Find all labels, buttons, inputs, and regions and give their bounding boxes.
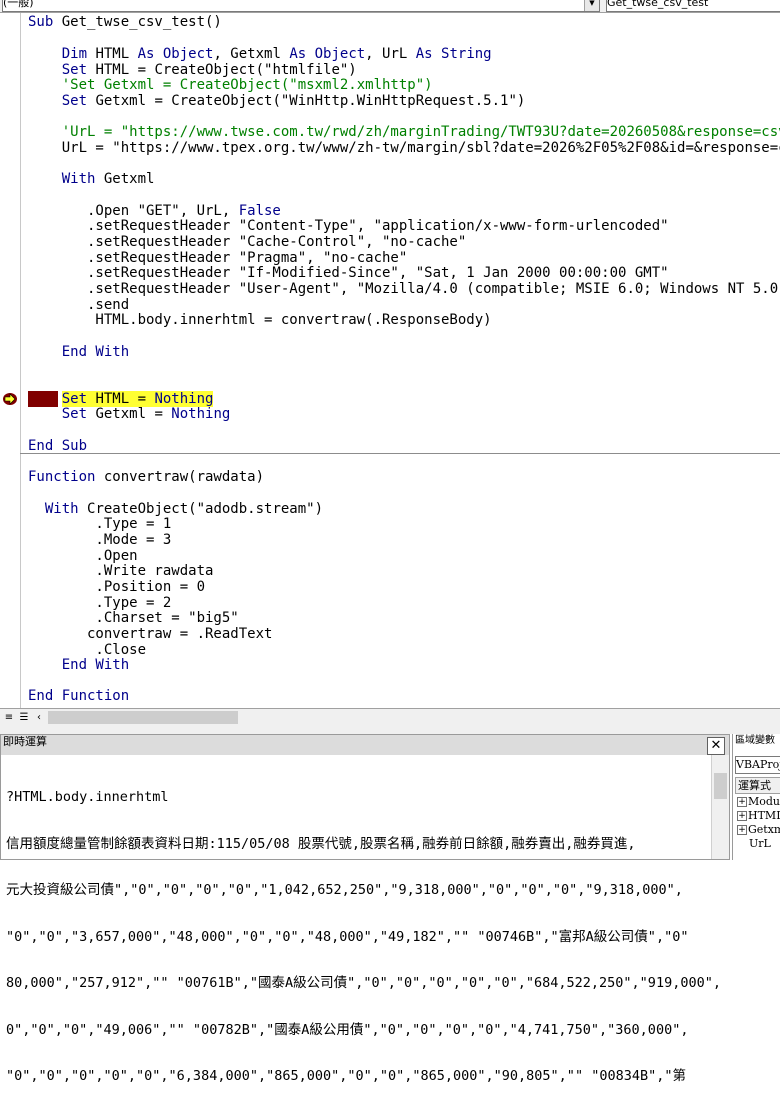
expand-icon[interactable]: + [737,811,747,821]
immediate-line: 信用額度總量管制餘額表資料日期:115/05/08 股票代號,股票名稱,融券前日… [6,835,636,852]
code-line: .Charset = "big5" [28,610,239,626]
code-line: .setRequestHeader "Pragma", "no-cache" [28,250,408,266]
locals-item[interactable]: + Getxm [737,823,780,837]
code-line: .Mode = 3 [28,532,172,548]
code-line: Sub Get_twse_csv_test() [28,14,222,30]
locals-context-field[interactable]: VBAProject [735,756,780,774]
procedure-view-icon[interactable]: ≡ [2,711,16,725]
code-line: .setRequestHeader "Content-Type", "appli… [28,218,669,234]
immediate-line: "0","0","0","0","0","6,384,000","865,000… [6,1068,686,1084]
code-line: With Getxml [28,171,155,187]
code-line: Set Getxml = CreateObject("WinHttp.WinHt… [28,93,526,109]
scroll-thumb[interactable] [714,773,727,799]
code-line: .setRequestHeader "Cache-Control", "no-c… [28,234,467,250]
close-icon[interactable]: ✕ [707,737,725,755]
code-line: End Function [28,688,130,704]
code-line: .setRequestHeader "If-Modified-Since", "… [28,265,669,281]
procedure-combo-value: Get_twse_csv_test [607,0,709,9]
code-line: .send [28,297,130,313]
code-line: Set HTML = CreateObject("htmlfile") [28,62,357,78]
full-module-view-icon[interactable]: ☰ [17,711,31,725]
code-line: .Write rawdata [28,563,214,579]
code-line: .Close [28,642,147,658]
immediate-line: ?HTML.body.innerhtml [6,789,169,805]
code-text[interactable]: Sub Get_twse_csv_test() Dim HTML As Obje… [28,13,780,708]
code-line: Dim HTML As Object, Getxml As Object, Ur… [28,46,492,62]
code-line: End With [28,657,130,673]
code-comment-line: 'UrL = "https://www.twse.com.tw/rwd/zh/m… [28,124,780,140]
code-line: End With [28,344,130,360]
code-line: .Type = 2 [28,595,172,611]
object-combo[interactable]: (一般) ▼ [2,0,600,12]
locals-item[interactable]: UrL [749,837,771,851]
vertical-scrollbar[interactable] [711,755,729,859]
code-line: convertraw = .ReadText [28,626,273,642]
locals-column-header[interactable]: 運算式 [735,777,780,794]
locals-item[interactable]: + Modul [737,795,780,809]
immediate-line: 80,000","257,912","" "00761B","國泰A級公司債",… [6,975,721,991]
code-editor[interactable]: Sub Get_twse_csv_test() Dim HTML As Obje… [0,13,780,708]
execution-arrow-icon [3,393,17,405]
code-line: Set Getxml = Nothing [28,406,231,422]
immediate-line: "0","0","3,657,000","48,000","0","0","48… [6,928,689,945]
procedure-combo[interactable]: Get_twse_csv_test [606,0,780,12]
code-line: HTML.body.innerhtml = convertraw(.Respon… [28,312,492,328]
code-line: End Sub [28,438,88,454]
immediate-window-title: 即時運算 [3,735,47,748]
immediate-window-titlebar: 即時運算 ✕ [1,735,729,755]
margin-indicator-bar[interactable] [0,13,21,708]
code-line: .Open "GET", UrL, False [28,203,281,219]
code-line: With CreateObject("adodb.stream") [28,501,324,517]
scroll-thumb[interactable] [48,711,238,724]
code-line: .Position = 0 [28,579,206,595]
code-line: UrL = "https://www.tpex.org.tw/www/zh-tw… [28,140,780,156]
current-execution-line: Set HTML = Nothing [61,391,214,407]
locals-window-title: 區域變數 [735,735,775,746]
immediate-line: 0","0","0","49,006","" "00782B","國泰A級公用債… [6,1021,689,1038]
code-line: .setRequestHeader "User-Agent", "Mozilla… [28,281,780,297]
procedure-toolbar: (一般) ▼ Get_twse_csv_test [0,0,780,13]
expand-icon[interactable]: + [737,797,747,807]
code-line: Function convertraw(rawdata) [28,469,265,485]
chevron-down-icon[interactable]: ▼ [584,0,599,11]
immediate-line: 元大投資級公司債","0","0","0","0","1,042,652,250… [6,882,683,898]
immediate-window[interactable]: 即時運算 ✕ ?HTML.body.innerhtml 信用額度總量管制餘額表資… [0,734,730,1084]
horizontal-scrollbar[interactable]: ≡ ☰ ‹ [0,708,780,727]
expand-icon[interactable]: + [737,825,747,835]
locals-window[interactable]: 區域變數 VBAProject 運算式 +Modul +HTML +Getxm … [732,734,780,860]
scroll-left-icon[interactable]: ‹ [32,711,46,725]
code-comment-line: 'Set Getxml = CreateObject("msxml2.xmlht… [28,77,433,93]
object-combo-value: (一般) [3,0,34,9]
code-line: .Type = 1 [28,516,172,532]
splitter[interactable] [0,727,780,734]
locals-item[interactable]: + HTML [737,809,780,823]
immediate-output[interactable]: ?HTML.body.innerhtml 信用額度總量管制餘額表資料日期:115… [6,759,721,1116]
code-line: .Open [28,548,138,564]
